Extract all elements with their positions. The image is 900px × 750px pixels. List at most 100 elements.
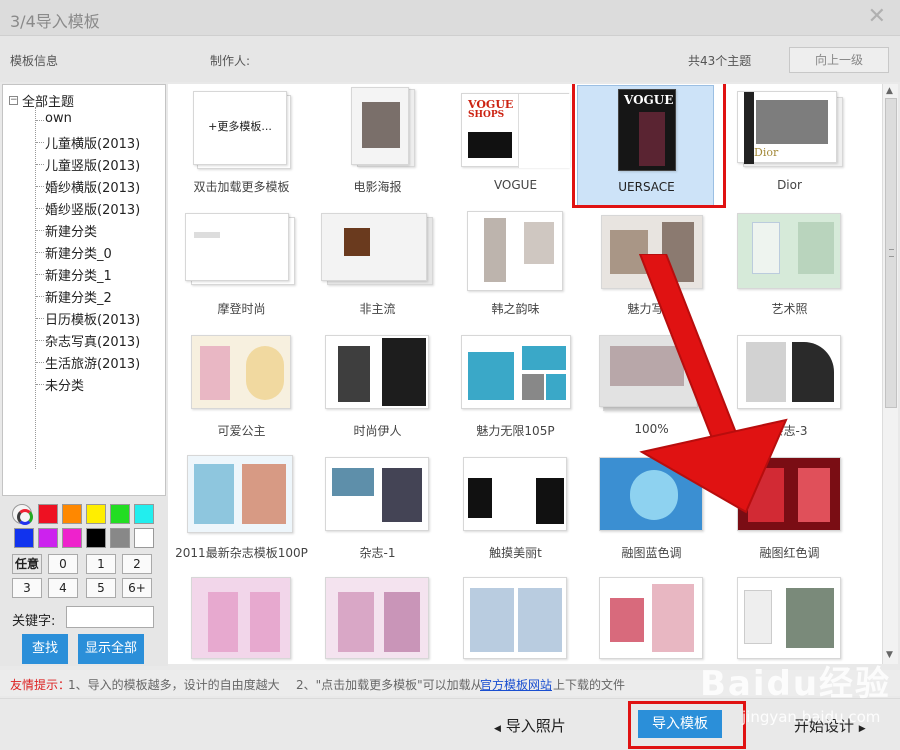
filter-count-button[interactable]: 6+ [122, 578, 152, 598]
template-label: 融图蓝色调 [621, 546, 682, 560]
template-card[interactable]: 杂志-1 [309, 450, 446, 571]
tip-2: 2、"点击加载更多模板"可以加载从 [296, 678, 483, 692]
thumb-page: VOGUE SHOPS [461, 93, 570, 168]
tree-item[interactable]: 未分类 [35, 375, 84, 394]
show-all-button[interactable]: 显示全部 [78, 634, 144, 664]
template-card[interactable]: 电影海报 [309, 84, 446, 205]
template-label: 可爱公主 [217, 424, 266, 438]
template-thumbnail [181, 575, 301, 659]
template-card[interactable] [173, 572, 310, 664]
thumb-page [325, 335, 429, 409]
template-card[interactable] [447, 572, 584, 664]
template-card[interactable]: 触摸美丽t [447, 450, 584, 571]
photo-block [468, 478, 492, 518]
filter-count-button[interactable]: 2 [122, 554, 152, 574]
photo-block [468, 132, 512, 158]
tree-item[interactable]: 婚纱横版(2013) [35, 177, 140, 196]
template-card[interactable]: 摩登时尚 [173, 206, 310, 327]
title-bar: 3/4导入模板 ✕ [0, 0, 900, 36]
photo-block [382, 338, 426, 406]
template-label: 时尚伊人 [353, 424, 402, 438]
color-swatch[interactable] [62, 528, 82, 548]
color-wheel-icon[interactable] [12, 504, 33, 525]
photo-block [524, 222, 554, 264]
template-label: VOGUE [493, 178, 538, 192]
template-label: 电影海报 [353, 180, 402, 194]
close-icon[interactable]: ✕ [868, 4, 886, 29]
find-button[interactable]: 查找 [22, 634, 68, 664]
color-swatch[interactable] [134, 528, 154, 548]
template-card[interactable] [721, 572, 858, 664]
template-card[interactable]: Dior Dior [721, 84, 858, 205]
template-card[interactable]: 时尚伊人 [309, 328, 446, 449]
color-swatch[interactable] [38, 528, 58, 548]
template-card[interactable]: 魅力无限105P [447, 328, 584, 449]
tree-item[interactable]: 儿童横版(2013) [35, 133, 140, 152]
template-card[interactable]: VOGUE SHOPS VOGUE [447, 84, 584, 205]
template-thumbnail: VOGUE SHOPS [455, 87, 575, 171]
color-swatch[interactable] [110, 504, 130, 524]
thumb-page: Dior [737, 91, 837, 164]
tree-root[interactable]: − 全部主题 [9, 91, 74, 110]
tree-item[interactable]: 新建分类_0 [36, 243, 112, 262]
thumb-page [191, 335, 291, 409]
official-site-link[interactable]: 官方模板网站 [480, 676, 552, 693]
color-swatch[interactable] [134, 504, 154, 524]
tree-item[interactable]: 儿童竖版(2013) [35, 155, 140, 174]
tree-item[interactable]: 新建分类_2 [36, 287, 112, 306]
filter-count-button[interactable]: 4 [48, 578, 78, 598]
photo-block [332, 468, 374, 496]
photo-block [522, 374, 544, 400]
template-card[interactable]: 可爱公主 [173, 328, 310, 449]
vertical-scrollbar[interactable]: ▲ ▼ [882, 84, 898, 664]
import-photos-label: 导入照片 [505, 717, 566, 735]
tree-item[interactable]: 新建分类_1 [36, 265, 112, 284]
template-card[interactable]: 韩之韵味 [447, 206, 584, 327]
keyword-input[interactable] [66, 606, 154, 628]
photo-block [344, 228, 370, 256]
chevron-left-icon: ◀ [494, 724, 501, 734]
template-label: 2011最新杂志模板100P [175, 546, 308, 560]
filter-any-button[interactable]: 任意 [12, 554, 42, 574]
filter-count-button[interactable]: 1 [86, 554, 116, 574]
color-swatch[interactable] [62, 504, 82, 524]
tree-item[interactable]: 婚纱竖版(2013) [35, 199, 140, 218]
thumb-page [737, 577, 841, 659]
up-one-level-button[interactable]: 向上一级 [789, 47, 889, 73]
template-card[interactable]: +更多模板... 双击加载更多模板 [173, 84, 310, 205]
filter-count-button[interactable]: 5 [86, 578, 116, 598]
tree-item[interactable]: 生活旅游(2013) [35, 353, 140, 372]
tree-item[interactable]: 杂志写真(2013) [35, 331, 140, 350]
tips-title: 友情提示： [10, 678, 71, 692]
color-swatch[interactable] [14, 528, 34, 548]
collapse-icon[interactable]: − [9, 96, 18, 105]
template-label: 双击加载更多模板 [193, 180, 290, 194]
color-swatch[interactable] [110, 528, 130, 548]
template-card[interactable] [583, 572, 720, 664]
thumb-page [325, 577, 429, 659]
color-swatch[interactable] [86, 504, 106, 524]
scroll-up-icon[interactable]: ▲ [886, 86, 893, 96]
template-card[interactable]: 非主流 [309, 206, 446, 327]
scrollbar-thumb[interactable] [885, 98, 897, 408]
tree-item[interactable]: 新建分类 [35, 221, 97, 240]
tree-item[interactable]: own [36, 111, 72, 126]
sidebar-block [744, 92, 754, 164]
tree-item[interactable]: 日历模板(2013) [35, 309, 140, 328]
photo-block [798, 468, 830, 522]
more-templates-thumb: +更多模板... [193, 91, 287, 165]
photo-block [384, 592, 420, 652]
import-photos-link[interactable]: ◀ 导入照片 [494, 715, 566, 736]
vogue-subtitle: SHOPS [468, 110, 505, 120]
color-swatch[interactable] [38, 504, 58, 524]
color-swatch[interactable] [86, 528, 106, 548]
template-card[interactable] [309, 572, 446, 664]
template-thumbnail [455, 209, 575, 293]
filter-count-button[interactable]: 0 [48, 554, 78, 574]
filter-count-button[interactable]: 3 [12, 578, 42, 598]
photo-block [652, 584, 694, 652]
thumb-page [467, 211, 563, 291]
template-card[interactable]: 2011最新杂志模板100P [173, 450, 310, 571]
thumb-page [599, 577, 703, 659]
selection-highlight [572, 84, 726, 208]
